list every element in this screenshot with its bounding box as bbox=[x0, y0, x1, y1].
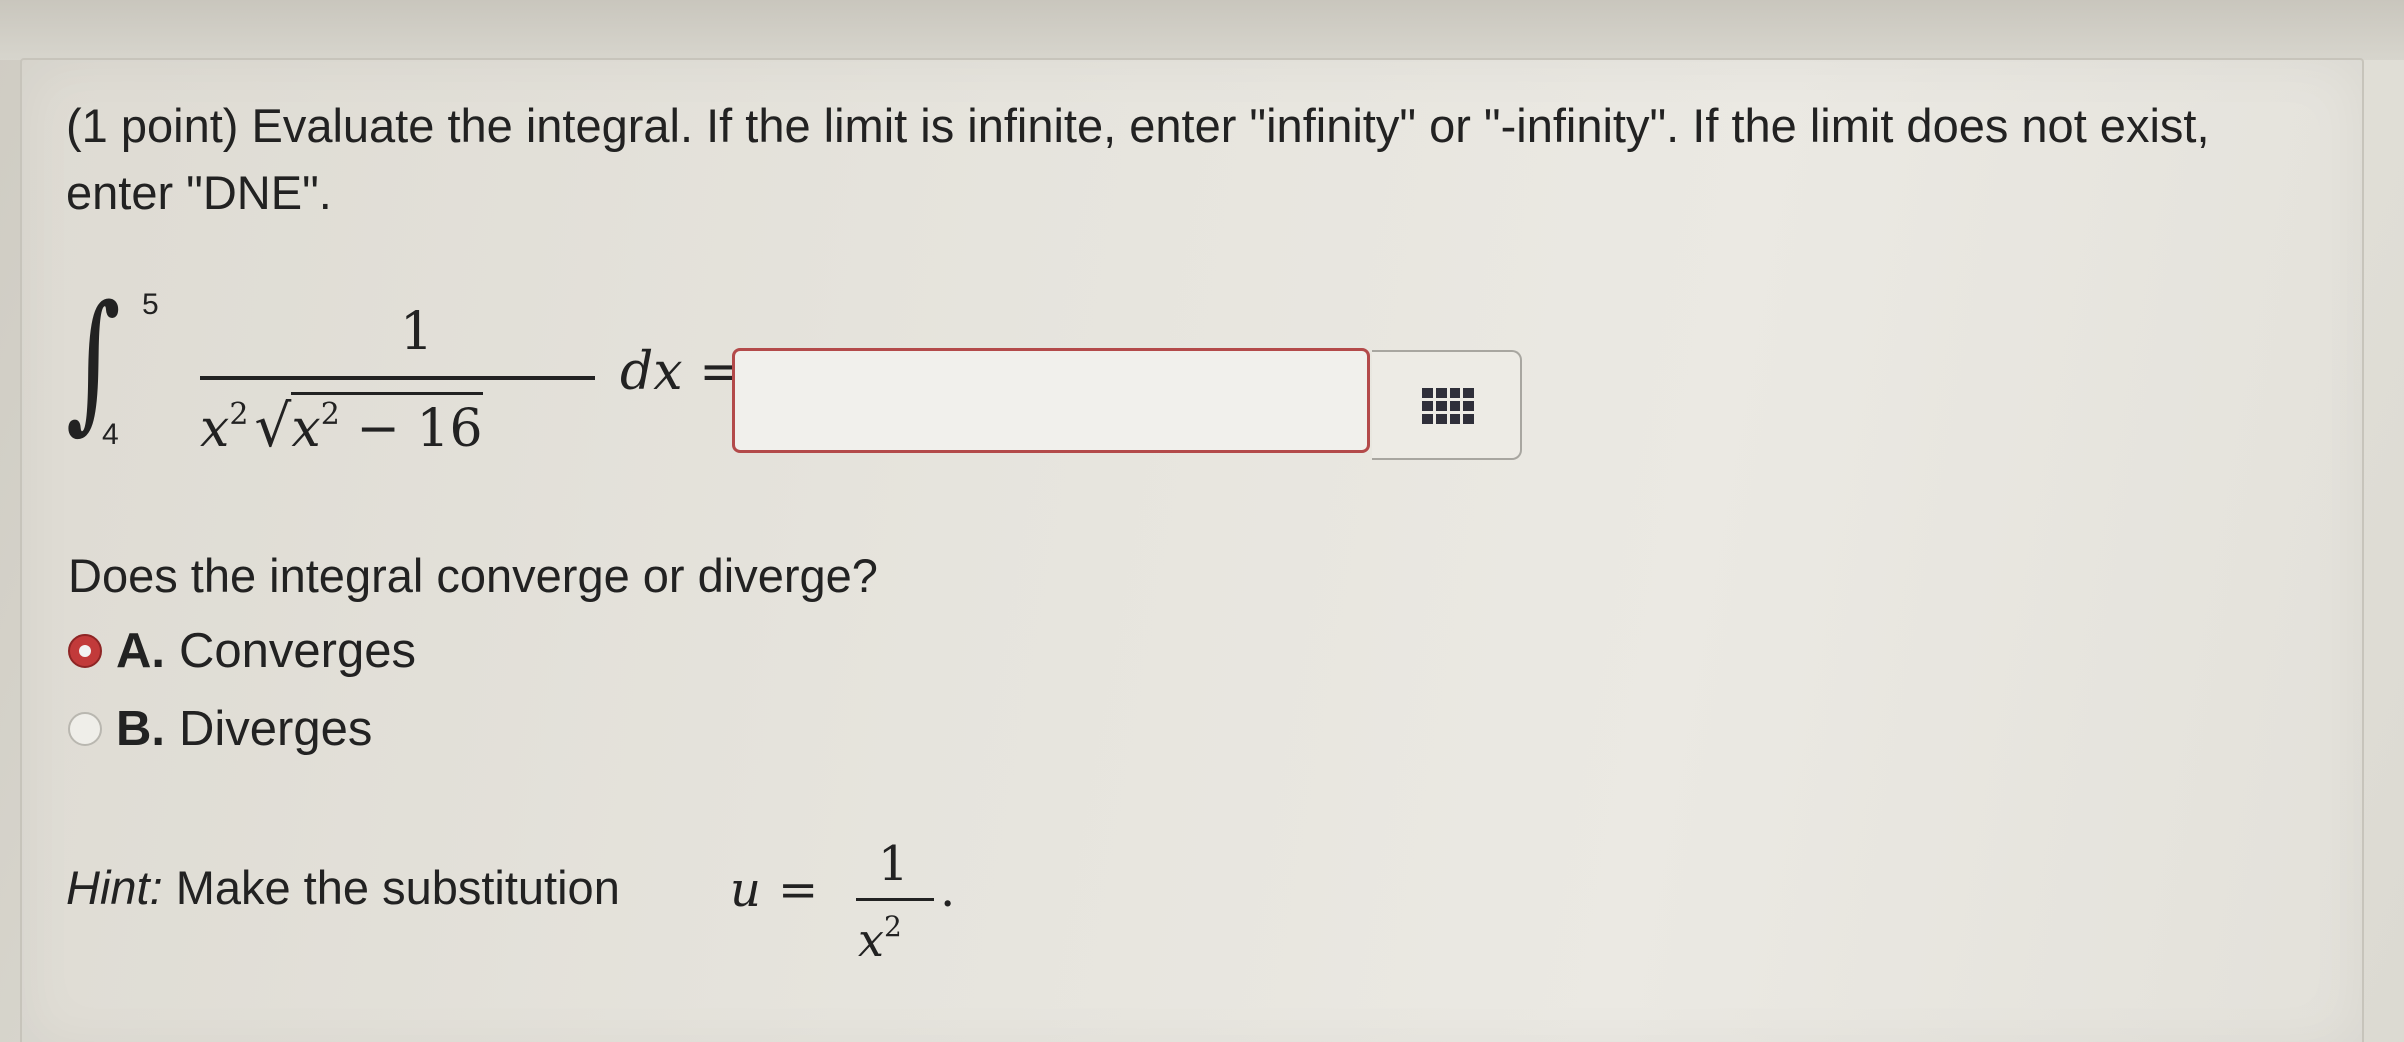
radicand-constant: − 16 bbox=[339, 399, 483, 459]
option-diverges[interactable]: B. Diverges bbox=[68, 694, 372, 764]
integrand-denominator: x2 √x2 − 16 bbox=[200, 392, 483, 460]
hint-denominator-variable: x bbox=[858, 913, 884, 967]
differential-d: d bbox=[620, 342, 654, 402]
differential-variable: x bbox=[653, 342, 683, 402]
convergence-question: Does the integral converge or diverge? bbox=[68, 549, 878, 602]
denominator-variable: x bbox=[200, 399, 230, 459]
hint-equals: = bbox=[778, 862, 819, 918]
hint-label: Hint: bbox=[66, 861, 163, 914]
hint-fraction-bar bbox=[856, 898, 934, 901]
differential: dx = bbox=[620, 342, 743, 402]
fraction-bar bbox=[200, 376, 595, 380]
hint-text: Hint: Make the substitution bbox=[66, 860, 620, 915]
integral-expression: ∫ 5 4 1 x2 √x2 − 16 dx = bbox=[60, 274, 743, 480]
upper-limit: 5 bbox=[142, 288, 159, 321]
answer-input[interactable] bbox=[732, 348, 1370, 453]
top-edge bbox=[0, 0, 2404, 60]
denominator-exponent: 2 bbox=[229, 397, 249, 432]
radicand-variable: x bbox=[291, 399, 321, 459]
hint-variable: u bbox=[730, 862, 761, 918]
hint-numerator: 1 bbox=[878, 836, 909, 892]
integral-sign: ∫ bbox=[66, 274, 121, 448]
math-keypad-button[interactable] bbox=[1372, 350, 1522, 460]
hint-body: Make the substitution bbox=[162, 861, 620, 914]
option-label: Converges bbox=[179, 624, 416, 678]
option-letter: A. bbox=[116, 624, 165, 678]
lower-limit: 4 bbox=[102, 418, 119, 451]
hint-substitution: u = 1 x2 . bbox=[668, 836, 968, 1000]
radio-button-unselected[interactable] bbox=[68, 712, 102, 746]
radicand: x2 − 16 bbox=[291, 392, 483, 459]
option-converges[interactable]: A. Converges bbox=[68, 616, 416, 686]
hint-denominator-exponent: 2 bbox=[883, 910, 902, 943]
hint-denominator: x2 bbox=[858, 910, 902, 967]
radio-button-selected[interactable] bbox=[68, 634, 102, 668]
square-root-sign: √ bbox=[254, 392, 292, 460]
integrand-numerator: 1 bbox=[400, 302, 434, 362]
option-label: Diverges bbox=[179, 702, 373, 756]
radicand-exponent: 2 bbox=[320, 397, 340, 432]
hint-period: . bbox=[940, 862, 956, 918]
keypad-grid-icon bbox=[1422, 388, 1474, 424]
option-letter: B. bbox=[116, 702, 165, 756]
problem-prompt: (1 point) Evaluate the integral. If the … bbox=[66, 99, 2210, 219]
